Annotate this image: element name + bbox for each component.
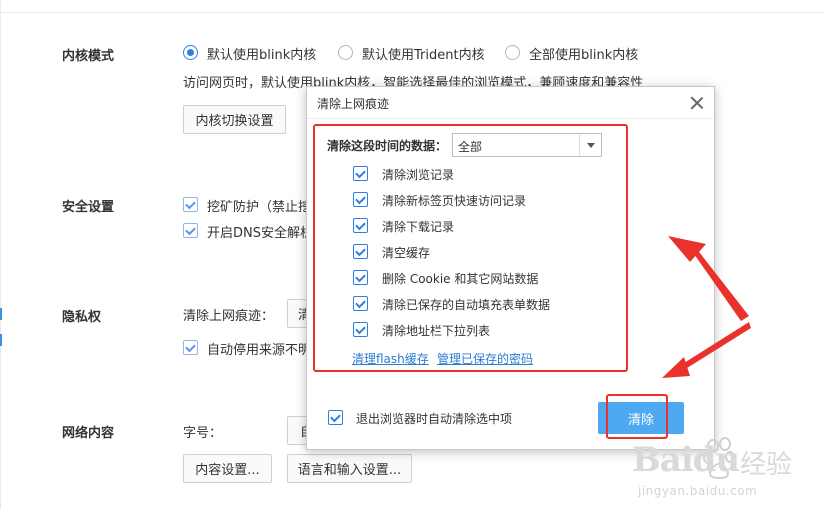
watermark-brand: Baidu (632, 440, 740, 480)
arrow-icon (668, 236, 749, 321)
baidu-watermark: Baidu 经验 jingyan.baidu.com (632, 432, 812, 508)
watermark-url: jingyan.baidu.com (638, 484, 758, 498)
arrow-icon (662, 322, 751, 378)
watermark-brand-cn: 经验 (740, 450, 793, 480)
